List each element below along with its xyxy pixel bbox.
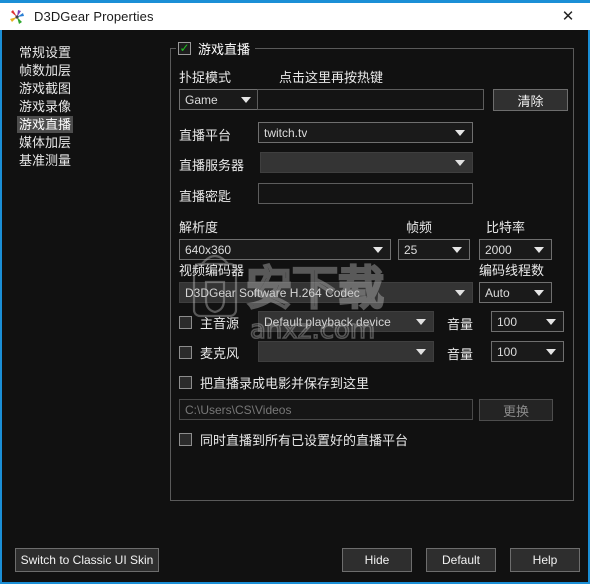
sidebar-item-fps-overlay[interactable]: 帧数加层 — [2, 62, 162, 80]
server-select[interactable] — [260, 152, 473, 173]
chevron-down-icon — [534, 289, 544, 296]
check-icon: ✓ — [179, 41, 190, 55]
microphone-volume-label: 音量 — [447, 347, 474, 362]
chevron-down-icon — [534, 246, 544, 253]
main-audio-label: 主音源 — [200, 316, 240, 331]
threads-value: Auto — [485, 285, 510, 300]
microphone-label: 麦克风 — [200, 346, 240, 361]
livestream-enable-checkbox[interactable]: ✓ — [178, 41, 191, 55]
main-audio-checkbox[interactable] — [179, 316, 192, 329]
sidebar-item-recording[interactable]: 游戏录像 — [2, 98, 162, 116]
sidebar-item-livestream[interactable]: 游戏直播 — [2, 116, 162, 134]
resolution-select[interactable]: 640x360 — [179, 239, 391, 260]
microphone-device-select[interactable] — [258, 341, 434, 362]
platform-value: twitch.tv — [264, 125, 308, 140]
help-button[interactable]: Help — [510, 548, 580, 572]
capture-mode-label: 扑捉模式 — [179, 70, 232, 85]
window-title: D3DGear Properties — [34, 9, 154, 24]
microphone-enable-row: 麦克风 — [179, 343, 239, 362]
chevron-down-icon — [416, 318, 426, 325]
chevron-down-icon — [455, 159, 465, 166]
main-audio-volume-select[interactable]: 100 — [491, 311, 564, 332]
sidebar-item-benchmark[interactable]: 基准测量 — [2, 152, 162, 170]
sidebar-item-media-overlay[interactable]: 媒体加层 — [2, 134, 162, 152]
livestream-enable-row: ✓ 游戏直播 — [176, 39, 256, 57]
sidebar-item-label: 游戏截图 — [19, 81, 72, 96]
multistream-label: 同时直播到所有已设置好的直播平台 — [200, 433, 409, 448]
sidebar-item-label: 基准测量 — [19, 153, 72, 168]
save-recording-checkbox[interactable] — [179, 376, 192, 389]
livestream-group-panel: ✓ 游戏直播 扑捉模式 点击这里再按热键 Game 清除 直播平台 twitch… — [170, 39, 574, 501]
main-audio-volume-value: 100 — [497, 314, 518, 329]
resolution-label: 解析度 — [179, 220, 219, 235]
encoder-label: 视频编码器 — [179, 263, 245, 278]
streamkey-input[interactable] — [258, 183, 473, 204]
sidebar-item-screenshot[interactable]: 游戏截图 — [2, 80, 162, 98]
multistream-checkbox[interactable] — [179, 433, 192, 446]
window-body: 常规设置 帧数加层 游戏截图 游戏录像 游戏直播 媒体加层 基准测量 ✓ 游戏直… — [2, 30, 588, 580]
main-audio-volume-label: 音量 — [447, 317, 474, 332]
chevron-down-icon — [416, 348, 426, 355]
multistream-row: 同时直播到所有已设置好的直播平台 — [179, 430, 408, 449]
app-logo-icon — [9, 9, 25, 25]
server-label: 直播服务器 — [179, 158, 245, 173]
save-recording-label: 把直播录成电影并保存到这里 — [200, 376, 370, 391]
chevron-down-icon — [546, 318, 556, 325]
chevron-down-icon — [452, 246, 462, 253]
microphone-volume-select[interactable]: 100 — [491, 341, 564, 362]
chevron-down-icon — [241, 96, 251, 103]
bitrate-label: 比特率 — [486, 220, 526, 235]
bitrate-select[interactable]: 2000 — [479, 239, 552, 260]
chevron-down-icon — [546, 348, 556, 355]
encoder-value: D3DGear Software H.264 Codec — [185, 285, 360, 300]
hotkey-input[interactable] — [257, 89, 484, 110]
save-path-value: C:\Users\CS\Videos — [185, 402, 292, 417]
hotkey-hint-label: 点击这里再按热键 — [279, 70, 384, 85]
main-audio-device-select[interactable]: Default playback device — [258, 311, 434, 332]
streamkey-label: 直播密匙 — [179, 189, 232, 204]
threads-label: 编码线程数 — [479, 263, 545, 278]
app-window: D3DGear Properties ✕ 常规设置 帧数加层 游戏截图 游戏录像… — [0, 0, 590, 584]
main-audio-enable-row: 主音源 — [179, 313, 239, 332]
capture-mode-select[interactable]: Game — [179, 89, 259, 110]
microphone-volume-value: 100 — [497, 344, 518, 359]
encoder-select[interactable]: D3DGear Software H.264 Codec — [179, 282, 473, 303]
chevron-down-icon — [455, 289, 465, 296]
main-audio-device-value: Default playback device — [264, 314, 391, 329]
platform-label: 直播平台 — [179, 128, 232, 143]
framerate-label: 帧频 — [406, 220, 433, 235]
sidebar-item-general[interactable]: 常规设置 — [2, 44, 162, 62]
save-recording-row: 把直播录成电影并保存到这里 — [179, 373, 369, 392]
clear-hotkey-button[interactable]: 清除 — [493, 89, 568, 111]
switch-classic-ui-button[interactable]: Switch to Classic UI Skin — [15, 548, 159, 572]
close-icon[interactable]: ✕ — [546, 3, 590, 31]
sidebar-item-label: 游戏录像 — [19, 99, 72, 114]
resolution-value: 640x360 — [185, 242, 232, 257]
framerate-value: 25 — [404, 242, 418, 257]
platform-select[interactable]: twitch.tv — [258, 122, 473, 143]
sidebar-item-label: 游戏直播 — [17, 116, 74, 133]
chevron-down-icon — [373, 246, 383, 253]
microphone-checkbox[interactable] — [179, 346, 192, 359]
hide-button[interactable]: Hide — [342, 548, 412, 572]
chevron-down-icon — [455, 129, 465, 136]
threads-select[interactable]: Auto — [479, 282, 552, 303]
livestream-enable-label: 游戏直播 — [198, 41, 251, 57]
sidebar-item-label: 媒体加层 — [19, 135, 72, 150]
sidebar-item-label: 帧数加层 — [19, 63, 72, 78]
bitrate-value: 2000 — [485, 242, 512, 257]
capture-mode-value: Game — [185, 92, 218, 107]
browse-path-button[interactable]: 更换 — [479, 399, 553, 421]
sidebar-item-label: 常规设置 — [19, 45, 72, 60]
save-path-input[interactable]: C:\Users\CS\Videos — [179, 399, 473, 420]
title-bar: D3DGear Properties ✕ — [0, 0, 590, 30]
sidebar-nav: 常规设置 帧数加层 游戏截图 游戏录像 游戏直播 媒体加层 基准测量 — [2, 44, 162, 170]
framerate-select[interactable]: 25 — [398, 239, 470, 260]
default-button[interactable]: Default — [426, 548, 496, 572]
